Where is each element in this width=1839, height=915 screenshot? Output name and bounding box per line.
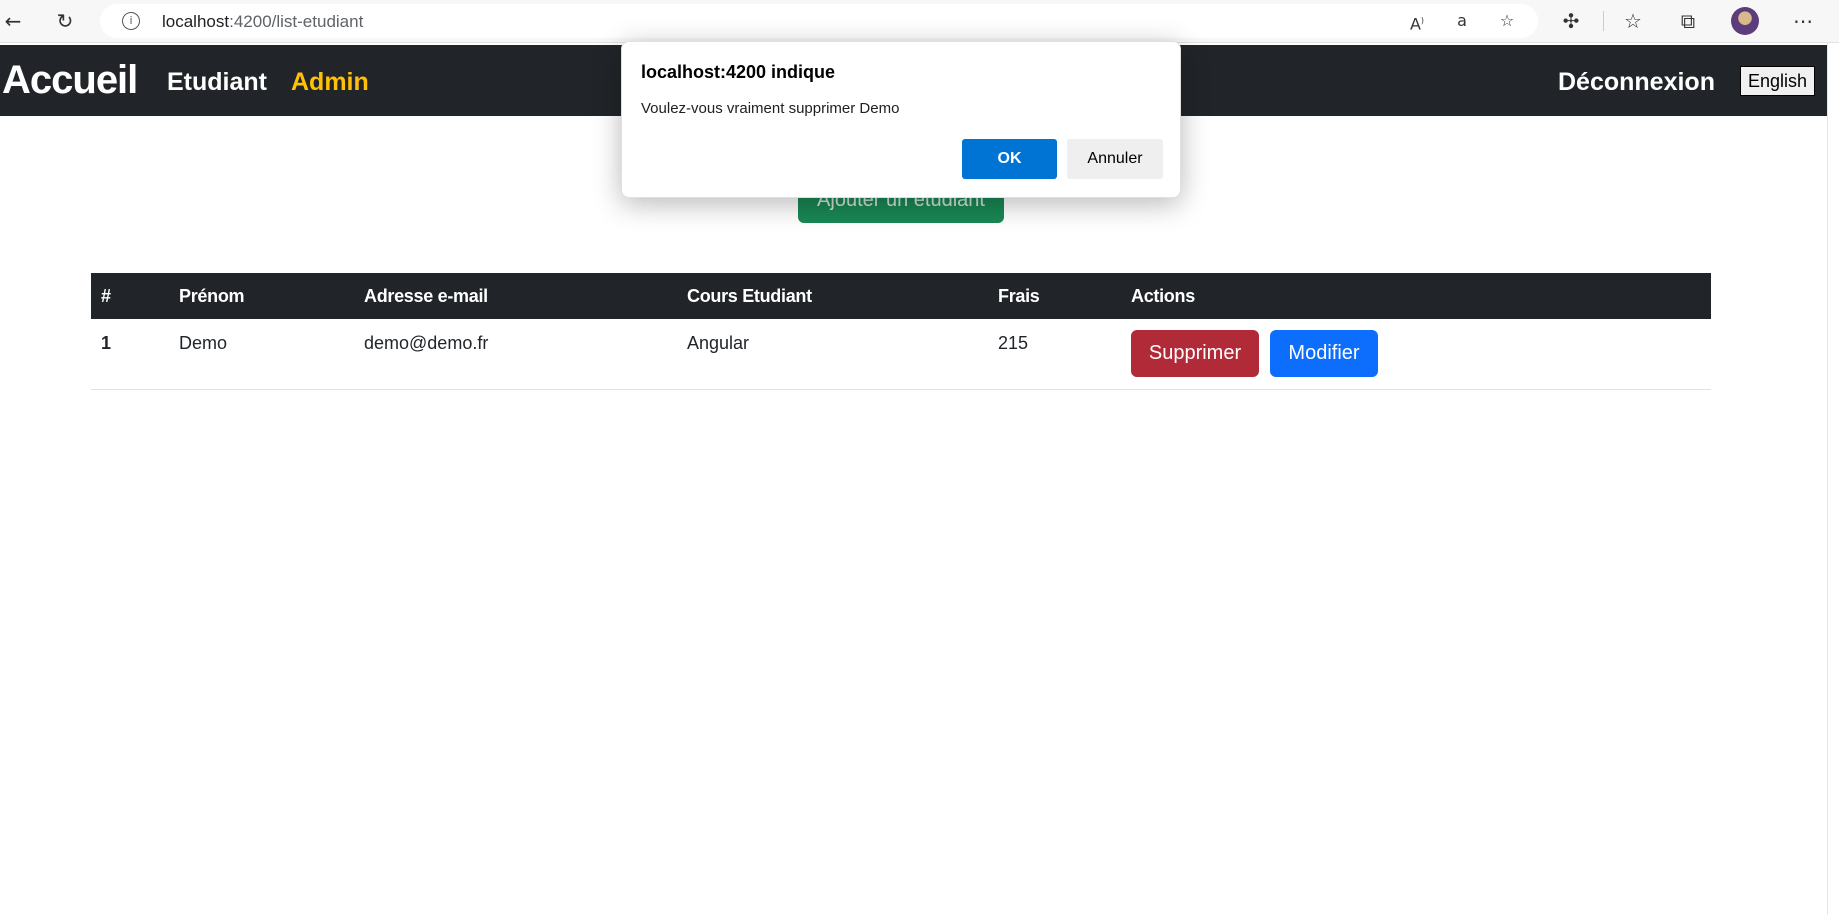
header-email: Adresse e-mail [364, 285, 488, 306]
nav-link-etudiant[interactable]: Etudiant [167, 68, 267, 97]
cell-frais: 215 [988, 319, 1121, 390]
favorites-icon[interactable]: ☆ [1620, 8, 1646, 34]
header-index: # [101, 285, 111, 306]
toolbar-divider [1603, 11, 1604, 31]
confirm-dialog: localhost:4200 indique Voulez-vous vraim… [621, 41, 1181, 198]
delete-button[interactable]: Supprimer [1131, 330, 1259, 377]
students-table: # Prénom Adresse e-mail Cours Etudiant F… [91, 273, 1711, 390]
dialog-title: localhost:4200 indique [641, 62, 836, 82]
more-icon[interactable]: ⋯ [1790, 8, 1816, 34]
table-row: 1 Demo demo@demo.fr Angular 215 Supprime… [91, 319, 1711, 390]
cell-cours: Angular [677, 319, 988, 390]
dialog-message: Voulez-vous vraiment supprimer Demo [641, 100, 900, 117]
address-bar[interactable]: i localhost:4200/list-etudiant A) a ☆ [100, 4, 1538, 38]
header-frais: Frais [998, 285, 1040, 306]
edit-button[interactable]: Modifier [1270, 330, 1378, 377]
info-icon[interactable]: i [122, 12, 140, 30]
brand-link[interactable]: Accueil [2, 58, 138, 103]
logout-link[interactable]: Déconnexion [1558, 68, 1715, 97]
cell-prenom: Demo [169, 319, 354, 390]
dialog-ok-button[interactable]: OK [962, 139, 1057, 179]
extensions-icon[interactable]: ✣ [1558, 8, 1584, 34]
nav-link-admin[interactable]: Admin [291, 68, 369, 97]
header-cours: Cours Etudiant [687, 285, 812, 306]
page-scrollbar[interactable] [1827, 43, 1839, 915]
url-host: localhost [162, 12, 230, 31]
avatar[interactable] [1731, 7, 1759, 35]
translate-icon[interactable]: a [1450, 9, 1474, 33]
favorite-add-icon[interactable]: ☆ [1495, 9, 1519, 33]
cell-index: 1 [91, 319, 169, 390]
cell-actions: Supprimer Modifier [1121, 319, 1711, 390]
language-button[interactable]: English [1740, 66, 1815, 96]
table-header-row: # Prénom Adresse e-mail Cours Etudiant F… [91, 273, 1711, 319]
refresh-icon[interactable]: ↻ [52, 8, 78, 34]
header-actions: Actions [1131, 285, 1195, 306]
back-icon[interactable]: ← [0, 8, 26, 34]
url-path: :4200/list-etudiant [229, 12, 364, 31]
cell-email: demo@demo.fr [354, 319, 677, 390]
header-prenom: Prénom [179, 285, 245, 306]
dialog-cancel-button[interactable]: Annuler [1067, 139, 1163, 179]
collections-icon[interactable]: ⧉ [1675, 8, 1701, 34]
browser-toolbar: ← ↻ i localhost:4200/list-etudiant A) a … [0, 0, 1839, 43]
url-text[interactable]: localhost:4200/list-etudiant [162, 12, 363, 32]
read-aloud-icon[interactable]: A) [1405, 9, 1429, 33]
